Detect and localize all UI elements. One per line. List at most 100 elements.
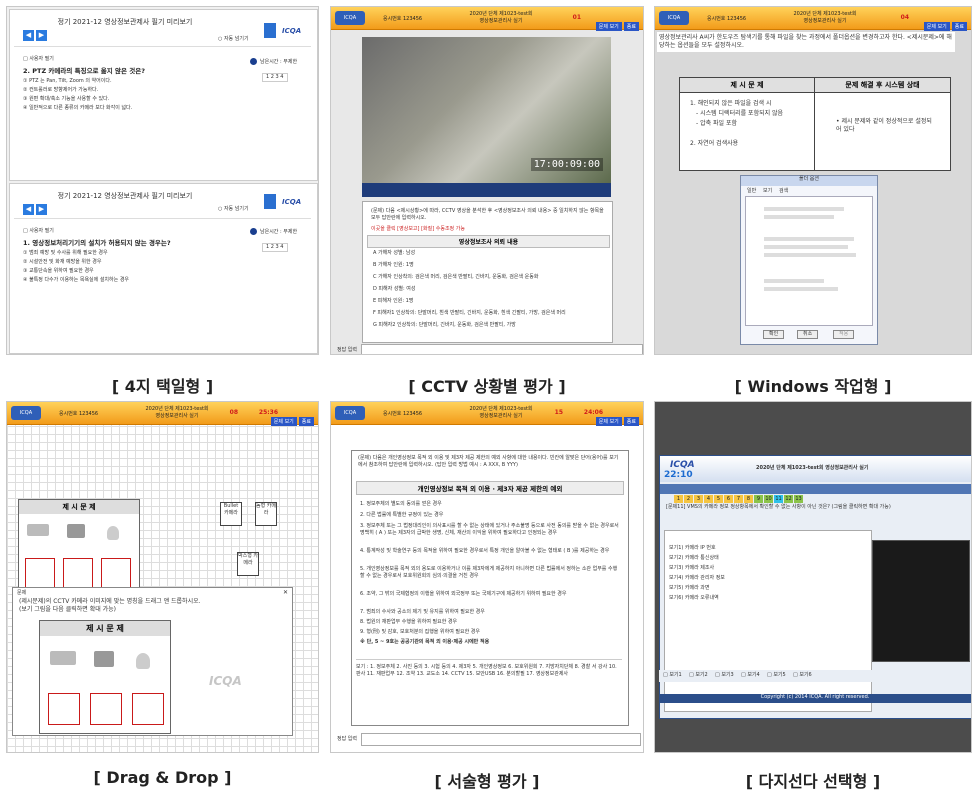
app-title: 2020년 단체 제1023-test회 영상정보관리사 실기 — [756, 465, 869, 471]
checkbox-3[interactable]: □ 보기3 — [715, 672, 734, 679]
question-number-button[interactable]: 11 — [774, 495, 783, 503]
end-button[interactable]: 종료 — [623, 417, 639, 426]
option-radio[interactable] — [764, 245, 848, 249]
camera-bullet-icon — [27, 524, 49, 536]
camera-box-icon — [94, 651, 114, 667]
close-icon[interactable]: ✕ — [283, 589, 288, 597]
end-button[interactable]: 종료 — [951, 22, 967, 31]
tab-view[interactable]: 보기 — [763, 188, 772, 195]
prev-icon[interactable]: ◀ — [23, 204, 34, 215]
end-button[interactable]: 종료 — [298, 417, 314, 426]
option-6[interactable]: 보기6) 카메라 오류내역 — [669, 595, 719, 602]
question-number-button[interactable]: 8 — [744, 495, 753, 503]
option-5[interactable]: 보기5) 카메라 과면 — [669, 585, 710, 592]
question-number-button[interactable]: 1 — [674, 495, 683, 503]
icqa-logo: ICQA — [335, 406, 365, 420]
cancel-button[interactable]: 취소 — [797, 330, 819, 339]
answer-input[interactable] — [361, 344, 643, 354]
checkbox-1[interactable]: □ 보기1 — [663, 672, 682, 679]
tab-search[interactable]: 검색 — [779, 188, 788, 195]
caption-drag-drop: [ Drag & Drop ] — [93, 768, 232, 787]
option-1[interactable]: ① PTZ 는 Pan, Tilt, Zoom 의 약어이다. — [23, 78, 112, 85]
question-number-button[interactable]: 9 — [754, 495, 763, 503]
answer-sheet-icon[interactable] — [264, 23, 276, 38]
option-radio[interactable] — [764, 237, 854, 241]
view-question-button[interactable]: 문제 보기 — [595, 417, 622, 426]
caption-essay: [ 서술형 평가 ] — [434, 772, 540, 791]
view-question-button[interactable]: 문제 보기 — [595, 22, 622, 31]
video-controls[interactable] — [362, 183, 611, 197]
drop-box-3[interactable] — [101, 558, 131, 588]
checkbox-5[interactable]: □ 보기5 — [767, 672, 786, 679]
answer-sheet-icon[interactable] — [264, 194, 276, 209]
question-number-button[interactable]: 13 — [794, 495, 803, 503]
question-number-button[interactable]: 2 — [684, 495, 693, 503]
exam-topbar: ICQA 응시번호 123456 2020년 단체 제1023-test회 영상정… — [7, 402, 318, 426]
answer-input[interactable] — [361, 733, 641, 746]
option-4[interactable]: 보기4) 카메라 관리자 정보 — [669, 575, 725, 582]
drop-box-1[interactable] — [48, 693, 80, 725]
question-counter: 04 — [900, 14, 909, 21]
prev-icon[interactable]: ◀ — [23, 30, 34, 41]
caption-multi-select: [ 다지선다 선택형 ] — [745, 772, 881, 791]
label-box[interactable]: 박스형 카메라 — [237, 552, 259, 576]
next-icon[interactable]: ▶ — [36, 204, 47, 215]
user-note-tag[interactable]: □ 사용자 필기 — [23, 56, 54, 63]
option-3[interactable]: ③ 교통단속을 위하여 필요한 경우 — [23, 268, 94, 275]
drop-box-2[interactable] — [90, 693, 122, 725]
question-number-button[interactable]: 4 — [704, 495, 713, 503]
option-radio[interactable] — [764, 253, 856, 257]
page-buttons[interactable]: 1 2 3 4 — [262, 73, 288, 82]
candidate-id: 응시번호 123456 — [59, 411, 99, 417]
tab-general[interactable]: 일반 — [747, 188, 756, 195]
option-2[interactable]: ② 컨트롤러로 방향제어가 가능하다. — [23, 87, 98, 94]
vms-screenshot[interactable] — [872, 540, 970, 662]
option-4[interactable]: ④ 불특정 다수가 이용하는 목욕실에 설치하는 경우 — [23, 277, 129, 284]
view-question-button[interactable]: 문제 보기 — [923, 22, 950, 31]
exam-title-line2: 영상정보관리사 실기 — [479, 413, 523, 419]
question-number-button[interactable]: 7 — [734, 495, 743, 503]
checkbox-label: 보기1 — [669, 672, 682, 678]
checkbox-2[interactable]: □ 보기2 — [689, 672, 708, 679]
checkbox-6[interactable]: □ 보기6 — [793, 672, 812, 679]
option-1[interactable]: 보기1) 카메라 IP 번호 — [669, 545, 716, 552]
left-item-2: - 시스템 디렉터리를 포함되지 않음 — [696, 110, 784, 117]
option-3[interactable]: 보기3) 카메라 제조사 — [669, 565, 714, 572]
option-check[interactable] — [764, 279, 824, 283]
exam-title-line2: 영상정보관리사 실기 — [803, 18, 847, 24]
view-question-button[interactable]: 문제 보기 — [270, 417, 297, 426]
question-number-button[interactable]: 10 — [764, 495, 773, 503]
divider — [14, 46, 311, 47]
label-bullet[interactable]: Bullet 카메라 — [220, 502, 242, 526]
auto-next-toggle[interactable]: ○ 자동 넘기기 — [218, 36, 249, 43]
option-1[interactable]: ① 범죄 예방 및 수사를 위해 필요한 경우 — [23, 250, 108, 257]
option-2[interactable]: 보기2) 카메라 통신상태 — [669, 555, 719, 562]
option-check[interactable] — [764, 287, 838, 291]
drop-box-3[interactable] — [132, 693, 164, 725]
question-number-button[interactable]: 12 — [784, 495, 793, 503]
label-dome[interactable]: 돔형 카메라 — [255, 502, 277, 526]
exam-title-line1: 2020년 단체 제1023-test회 — [469, 11, 533, 17]
option-3[interactable]: ③ 원편 확대/축소 기능을 사용할 수 있다. — [23, 96, 109, 103]
cctv-video[interactable]: 17:00:09:00 — [362, 37, 611, 183]
option-2[interactable]: ② 시설안전 및 화재 예방을 위한 경우 — [23, 259, 101, 266]
user-note-tag[interactable]: □ 사용자 필기 — [23, 228, 54, 235]
drop-box-1[interactable] — [25, 558, 55, 588]
next-icon[interactable]: ▶ — [36, 30, 47, 41]
checkbox-label: 보기4 — [747, 672, 760, 678]
notice-text[interactable]: 이곳을 클릭 [영상보고] [화질] 수동조정 가능 — [371, 226, 465, 233]
page-buttons[interactable]: 1 2 3 4 — [262, 243, 288, 252]
question-number-button[interactable]: 6 — [724, 495, 733, 503]
end-button[interactable]: 종료 — [623, 22, 639, 31]
ok-button[interactable]: 확인 — [763, 330, 785, 339]
option-radio[interactable] — [764, 215, 834, 219]
checkbox-4[interactable]: □ 보기4 — [741, 672, 760, 679]
apply-button[interactable]: 적용 — [833, 330, 855, 339]
question-number-button[interactable]: 3 — [694, 495, 703, 503]
drop-box-2[interactable] — [63, 558, 93, 588]
exam-topbar: ICQA 응시번호 123456 2020년 단체 제1023-test회 영상정… — [655, 7, 971, 31]
auto-next-toggle[interactable]: ○ 자동 넘기기 — [218, 206, 249, 213]
option-4[interactable]: ④ 일반적으로 다른 종류의 카메라 보다 화각이 넓다. — [23, 105, 132, 112]
option-radio[interactable] — [764, 207, 844, 211]
question-number-button[interactable]: 5 — [714, 495, 723, 503]
